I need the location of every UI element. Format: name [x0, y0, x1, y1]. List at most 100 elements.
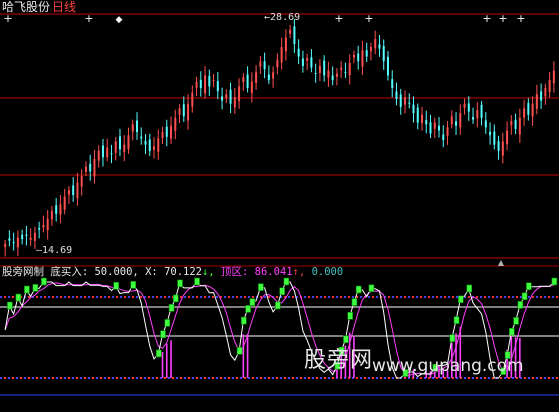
- indicator-dotted-line: [60, 296, 62, 298]
- indicator-dotted-line: [308, 296, 310, 298]
- indicator-dotted-line: [248, 296, 250, 298]
- indicator-dotted-line: [412, 296, 414, 298]
- candle-body: [246, 74, 249, 88]
- indicator-dotted-line: [296, 377, 298, 379]
- candle-body: [467, 103, 470, 112]
- candle-body: [127, 135, 130, 150]
- candle-body: [250, 81, 253, 94]
- momentum-bar: [161, 351, 164, 378]
- indicator-dotted-line: [360, 296, 362, 298]
- indicator-dotted-line: [0, 296, 2, 298]
- indicator-dotted-line: [448, 296, 450, 298]
- candle-body: [110, 153, 113, 155]
- indicator-dotted-line: [528, 296, 530, 298]
- indicator-dotted-line: [532, 296, 534, 298]
- indicator-dotted-line: [512, 296, 514, 298]
- candle-body: [318, 65, 321, 74]
- x-label: X:: [145, 266, 158, 278]
- indicator-dotted-line: [260, 377, 262, 379]
- indicator-dotted-line: [40, 296, 42, 298]
- candle-body: [25, 234, 28, 236]
- indicator-dotted-line: [92, 296, 94, 298]
- candle-body: [97, 150, 100, 161]
- candle-body: [497, 141, 500, 151]
- rise-signal-block: [449, 334, 456, 342]
- rise-signal-block: [236, 347, 243, 355]
- indicator-dotted-line: [100, 296, 102, 298]
- indicator-dotted-line: [556, 377, 558, 379]
- indicator-dotted-line: [124, 377, 126, 379]
- candle-body: [161, 132, 164, 138]
- candle-body: [89, 163, 92, 172]
- candle-body: [369, 47, 372, 52]
- indicator-dotted-line: [72, 296, 74, 298]
- candle-body: [544, 87, 547, 97]
- candle-body: [101, 145, 104, 158]
- rise-signal-block: [551, 277, 558, 286]
- candle-body: [93, 158, 96, 177]
- candle-body: [535, 94, 538, 109]
- candle-body: [408, 102, 411, 104]
- indicator-dotted-line: [540, 296, 542, 298]
- indicator-dotted-line: [504, 377, 506, 379]
- indicator-dotted-line: [52, 296, 54, 298]
- rise-signal-block: [164, 319, 171, 327]
- candle-body: [442, 134, 445, 140]
- rise-signal-block: [24, 285, 30, 294]
- indicator-dotted-line: [112, 296, 114, 298]
- indicator-dotted-line: [36, 377, 38, 379]
- candle-body: [446, 127, 449, 136]
- candle-body: [514, 119, 517, 129]
- candle-body: [187, 103, 190, 121]
- indicator-dotted-line: [148, 377, 150, 379]
- indicator-dotted-line: [160, 377, 162, 379]
- indicator-dotted-line: [368, 377, 370, 379]
- indicator-dotted-line: [184, 296, 186, 298]
- candle-body: [272, 72, 275, 79]
- indicator-dotted-line: [124, 296, 126, 298]
- candle-body: [55, 205, 58, 214]
- last-value: 0.000: [311, 266, 344, 278]
- candle-body: [276, 59, 279, 68]
- candle-body: [306, 58, 309, 61]
- indicator-dotted-line: [104, 296, 106, 298]
- indicator-dotted-line: [420, 377, 422, 379]
- indicator-dotted-line: [44, 296, 46, 298]
- momentum-bar: [165, 343, 168, 378]
- indicator-dotted-line: [236, 377, 238, 379]
- candle-body: [314, 73, 317, 75]
- indicator-dotted-line: [64, 377, 66, 379]
- indicator-dotted-line: [28, 377, 30, 379]
- indicator-dotted-line: [464, 377, 466, 379]
- rise-signal-block: [15, 293, 22, 302]
- indicator-dotted-line: [340, 296, 342, 298]
- indicator-dotted-line: [388, 296, 390, 298]
- indicator-dotted-line: [300, 377, 302, 379]
- indicator-dotted-line: [180, 377, 182, 379]
- candle-body: [16, 237, 19, 248]
- momentum-bar: [170, 340, 172, 378]
- candle-body: [212, 80, 215, 82]
- indicator-dotted-line: [36, 296, 38, 298]
- candle-body: [199, 79, 202, 88]
- indicator-dotted-line: [136, 377, 138, 379]
- indicator-dotted-line: [12, 377, 14, 379]
- candle-body: [67, 190, 70, 195]
- rise-signal-block: [177, 279, 183, 288]
- indicator-dotted-line: [324, 296, 326, 298]
- indicator-dotted-line: [164, 377, 166, 379]
- stock-title: 哈飞股份: [2, 0, 51, 14]
- indicator-dotted-line: [220, 377, 222, 379]
- indicator-dotted-line: [376, 296, 378, 298]
- indicator-dotted-line: [224, 296, 226, 298]
- candle-body: [540, 91, 543, 101]
- rise-signal-block: [457, 295, 464, 304]
- indicator-dotted-line: [148, 296, 150, 298]
- candle-body: [438, 125, 441, 131]
- candle-body: [229, 89, 232, 104]
- chart-canvas[interactable]: + + + + + + +◆▲: [0, 0, 559, 408]
- indicator-dotted-line: [372, 296, 374, 298]
- indicator-dotted-line: [252, 296, 254, 298]
- rise-signal-block: [466, 284, 473, 293]
- indicator-dotted-line: [160, 296, 162, 298]
